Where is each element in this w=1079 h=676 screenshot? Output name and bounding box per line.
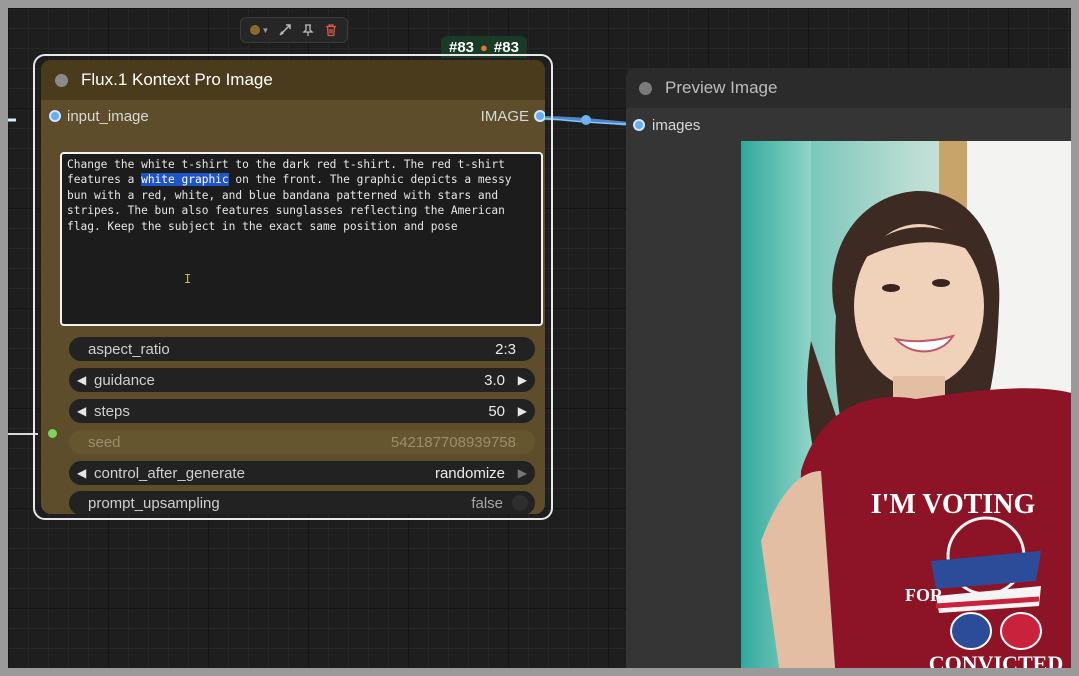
prompt-selection: white graphic	[141, 173, 229, 187]
increment-arrow-icon[interactable]: ▶	[518, 466, 527, 480]
preview-image: I'M VOTING FOR CONVICTED	[741, 141, 1071, 668]
trash-icon	[326, 24, 337, 37]
output-image-slot[interactable]	[534, 110, 545, 122]
node-title: Flux.1 Kontext Pro Image	[81, 70, 273, 89]
seed-value: 542187708939758	[390, 433, 516, 451]
io-row: input_image IMAGE	[41, 100, 545, 132]
chevron-down-icon: ▼	[261, 25, 270, 35]
node-toolbar: ▼	[240, 17, 348, 43]
guidance-value: 3.0	[484, 371, 505, 389]
delete-button[interactable]	[324, 20, 338, 40]
decrement-arrow-icon[interactable]: ◀	[77, 404, 86, 418]
fox-icon: ●	[480, 39, 488, 55]
prompt-upsampling-value: false	[471, 494, 503, 512]
collapse-dot-icon[interactable]	[639, 81, 652, 95]
steps-number[interactable]: ◀ steps 50 ▶	[69, 399, 535, 423]
input-image-label: input_image	[67, 107, 149, 125]
flux-kontext-node[interactable]: Flux.1 Kontext Pro Image input_image IMA…	[41, 60, 545, 514]
bypass-button[interactable]	[278, 20, 292, 40]
increment-arrow-icon[interactable]: ▶	[518, 404, 527, 418]
decrement-arrow-icon[interactable]: ◀	[77, 373, 86, 387]
prompt-upsampling-toggle[interactable]: prompt_upsampling false	[69, 491, 535, 514]
images-input-label: images	[652, 116, 701, 134]
increment-arrow-icon[interactable]: ▶	[518, 373, 527, 387]
shirt-text-bottom: CONVICTED	[929, 651, 1063, 668]
prompt-upsampling-label: prompt_upsampling	[88, 494, 220, 512]
control-after-generate-combo[interactable]: ◀ control_after_generate randomize ▶	[69, 461, 535, 485]
node-header[interactable]: Flux.1 Kontext Pro Image	[41, 60, 545, 100]
guidance-number[interactable]: ◀ guidance 3.0 ▶	[69, 368, 535, 392]
preview-title: Preview Image	[665, 78, 778, 97]
input-image-slot[interactable]	[49, 110, 61, 122]
color-dot-icon	[249, 25, 260, 35]
aspect-ratio-combo[interactable]: aspect_ratio 2:3	[69, 337, 535, 361]
preview-photo: I'M VOTING FOR CONVICTED	[741, 141, 1071, 668]
shirt-text-top: I'M VOTING	[871, 489, 1036, 520]
seed-label: seed	[88, 433, 121, 451]
aspect-ratio-value: 2:3	[495, 340, 516, 358]
pin-icon	[302, 24, 315, 36]
text-cursor-icon: I	[184, 272, 192, 286]
collapse-dot-icon[interactable]	[55, 73, 68, 87]
bypass-icon	[279, 24, 292, 36]
images-input-slot[interactable]	[633, 119, 645, 131]
seed-input-slot[interactable]	[48, 429, 57, 438]
canvas[interactable]: ▼ #83 ● #83 Flux.1 Kontext Pro Image inp…	[8, 8, 1071, 668]
aspect-ratio-label: aspect_ratio	[88, 340, 170, 358]
seed-input[interactable]: seed 542187708939758	[69, 430, 535, 454]
decrement-arrow-icon[interactable]: ◀	[77, 466, 86, 480]
badge-text: #83	[493, 38, 519, 56]
preview-io-row: images	[626, 108, 1071, 142]
preview-image-node[interactable]: Preview Image images I'M VOTING FOR CONV…	[626, 68, 1071, 668]
control-after-generate-value: randomize	[434, 464, 505, 482]
color-picker-button[interactable]: ▼	[249, 20, 270, 40]
steps-value: 50	[488, 402, 505, 420]
node-id-text: #83	[449, 38, 475, 56]
pin-button[interactable]	[301, 20, 315, 40]
prompt-textarea[interactable]: Change the white t-shirt to the dark red…	[60, 152, 543, 326]
control-after-generate-label: control_after_generate	[94, 464, 245, 482]
toggle-knob-icon	[512, 495, 528, 511]
output-image-label: IMAGE	[480, 107, 529, 125]
preview-header[interactable]: Preview Image	[626, 68, 1071, 108]
steps-label: steps	[94, 402, 130, 420]
guidance-label: guidance	[94, 371, 155, 389]
